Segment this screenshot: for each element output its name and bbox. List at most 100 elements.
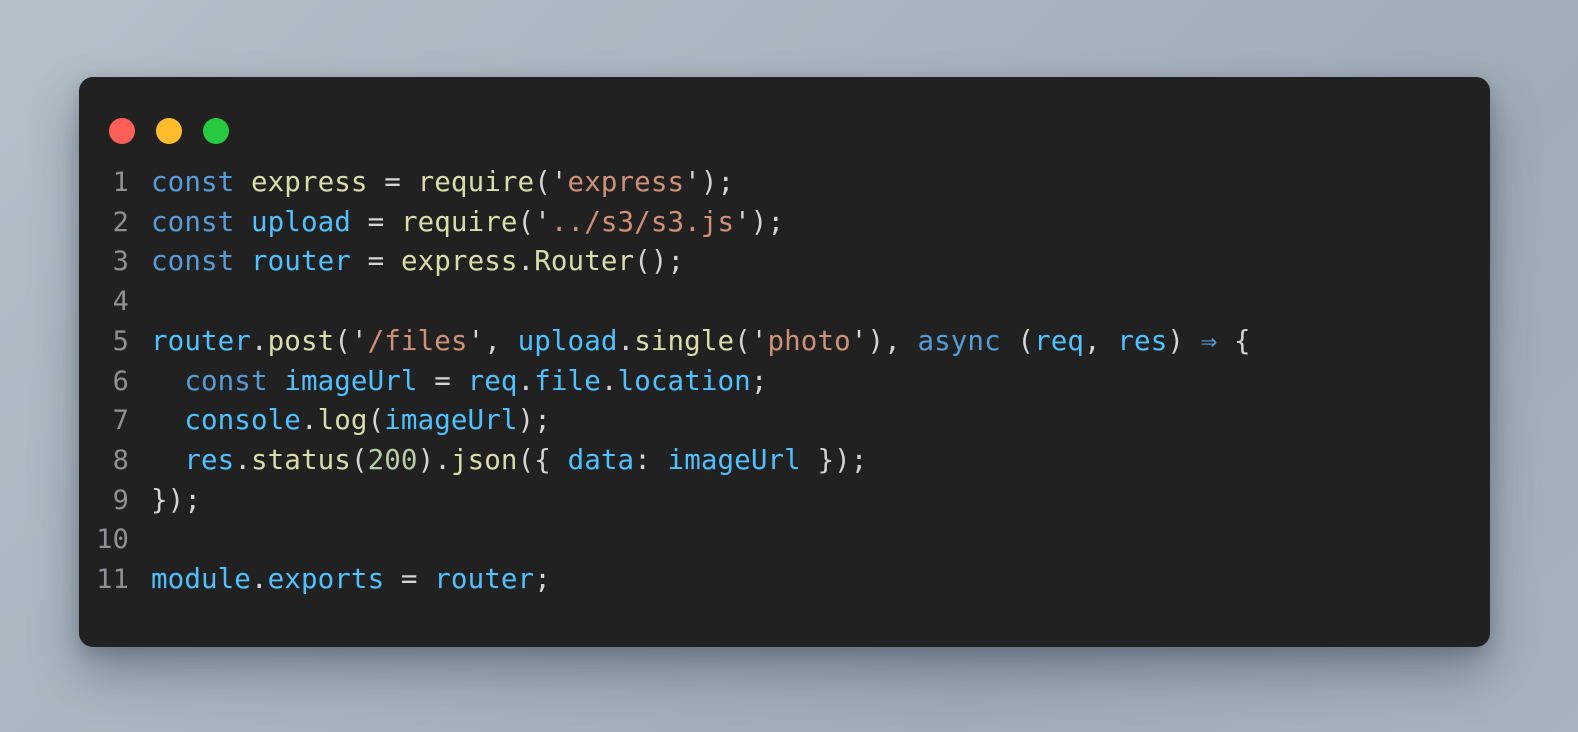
code-line: 11 module.exports = router; [79, 560, 1490, 600]
code-token-punctuation: ; [750, 364, 768, 397]
code-snippet-card: 1 const express = require('express'); 2 con… [79, 77, 1490, 647]
code-token-function: express [400, 245, 518, 278]
code-token-variable: res [184, 443, 235, 476]
code-token-punctuation [234, 245, 251, 277]
line-number: 10 [96, 524, 129, 556]
code-token-punctuation: ' [684, 166, 701, 198]
code-token-punctuation: = [434, 364, 451, 397]
line-number: 11 [96, 564, 129, 596]
code-token-variable: imageUrl [667, 443, 801, 476]
code-token-variable: console [184, 404, 301, 437]
code-token-function: express [250, 166, 368, 198]
line-content: const router = express.Router(); [151, 242, 684, 282]
line-number: 9 [112, 484, 129, 516]
code-token-punctuation [268, 365, 285, 397]
code-token-variable: router [434, 563, 535, 596]
code-token-punctuation: ) [1167, 324, 1201, 357]
line-number: 1 [112, 167, 129, 198]
code-token-punctuation: ( [367, 404, 385, 437]
code-token-variable: location [617, 364, 751, 397]
code-token-variable: res [1117, 324, 1168, 357]
code-token-function: single [634, 324, 735, 357]
code-token-number: 200 [367, 443, 418, 476]
code-token-punctuation: = [400, 563, 418, 596]
code-token-punctuation: ( [517, 205, 535, 238]
close-window-button[interactable] [109, 118, 135, 144]
code-token-punctuation: = [384, 166, 401, 198]
code-token-punctuation [384, 206, 401, 238]
code-token-keyword: ⇒ [1200, 324, 1218, 357]
code-token-variable: upload [250, 205, 351, 238]
code-token-punctuation: ' [750, 324, 768, 357]
line-content: const upload = require('../s3/s3.js'); [151, 203, 784, 243]
line-number: 7 [112, 405, 129, 437]
code-token-function: require [417, 166, 535, 198]
code-token-punctuation: . [250, 324, 268, 357]
code-token-punctuation [351, 245, 368, 277]
code-token-function: status [250, 443, 351, 476]
code-token-punctuation: ); [750, 205, 785, 238]
code-token-punctuation: ); [517, 404, 551, 437]
code-token-punctuation: }); [151, 483, 201, 516]
code-token-punctuation: ' [734, 205, 751, 238]
line-number: 6 [112, 365, 129, 397]
code-token-string: photo [767, 324, 851, 357]
line-content [151, 520, 168, 560]
code-token-punctuation: { [1217, 324, 1251, 357]
code-token-punctuation [351, 206, 368, 238]
code-token-variable: router [250, 245, 351, 278]
code-editor[interactable]: 1 const express = require('express'); 2 con… [79, 147, 1490, 600]
code-token-variable: req [1034, 324, 1085, 357]
code-token-string: ../s3/s3.js [550, 205, 735, 238]
code-token-punctuation: . [617, 324, 635, 357]
code-token-function: json [450, 443, 518, 476]
code-token-punctuation: }); [800, 443, 868, 476]
line-number: 3 [112, 246, 129, 278]
code-token-punctuation: (); [634, 245, 685, 278]
code-token-punctuation [368, 166, 385, 198]
code-token-variable: imageUrl [284, 364, 418, 397]
code-token-variable: exports [267, 563, 385, 596]
code-token-punctuation: = [367, 205, 385, 238]
code-token-variable: module [151, 563, 251, 596]
code-token-punctuation: ({ [517, 443, 568, 476]
code-token-keyword: const [184, 364, 268, 397]
code-token-punctuation [384, 245, 401, 277]
line-content: }); [151, 481, 201, 521]
window-titlebar [79, 77, 1490, 147]
minimize-window-button[interactable] [156, 118, 182, 144]
code-token-keyword: const [151, 245, 235, 278]
line-number: 2 [112, 206, 129, 238]
code-token-punctuation [384, 563, 401, 595]
code-token-punctuation: . [600, 364, 618, 397]
code-token-punctuation: ( [334, 324, 351, 357]
code-token-variable: data [567, 443, 635, 476]
code-token-function: Router [534, 245, 635, 278]
code-token-punctuation [401, 166, 418, 198]
code-token-punctuation: . [250, 563, 268, 596]
code-token-punctuation: . [517, 245, 535, 278]
code-line: 7 console.log(imageUrl); [79, 401, 1490, 441]
line-content [151, 282, 168, 322]
code-token-function: require [400, 205, 518, 238]
code-token-punctuation: : [634, 443, 668, 476]
code-token-keyword: const [151, 205, 235, 238]
maximize-window-button[interactable] [203, 118, 229, 144]
code-token-punctuation: . [234, 443, 251, 476]
code-token-punctuation: ), [867, 324, 918, 357]
code-token-punctuation [418, 365, 435, 397]
code-token-string: express [567, 166, 685, 198]
code-token-punctuation [151, 444, 184, 476]
line-content: const express = require('express'); [151, 163, 734, 203]
line-number: 5 [112, 325, 129, 357]
code-token-punctuation: ' [350, 324, 368, 357]
code-token-variable: router [151, 324, 251, 357]
code-token-punctuation: ' [850, 324, 868, 357]
code-token-punctuation: ( [350, 443, 368, 476]
code-token-punctuation: ( [734, 324, 751, 357]
line-content: const imageUrl = req.file.location; [151, 362, 767, 402]
code-token-punctuation: = [367, 245, 385, 278]
code-line: 9}); [79, 481, 1490, 521]
code-token-punctuation: ( [1000, 324, 1035, 357]
line-content: router.post('/files', upload.single('pho… [151, 322, 1251, 362]
